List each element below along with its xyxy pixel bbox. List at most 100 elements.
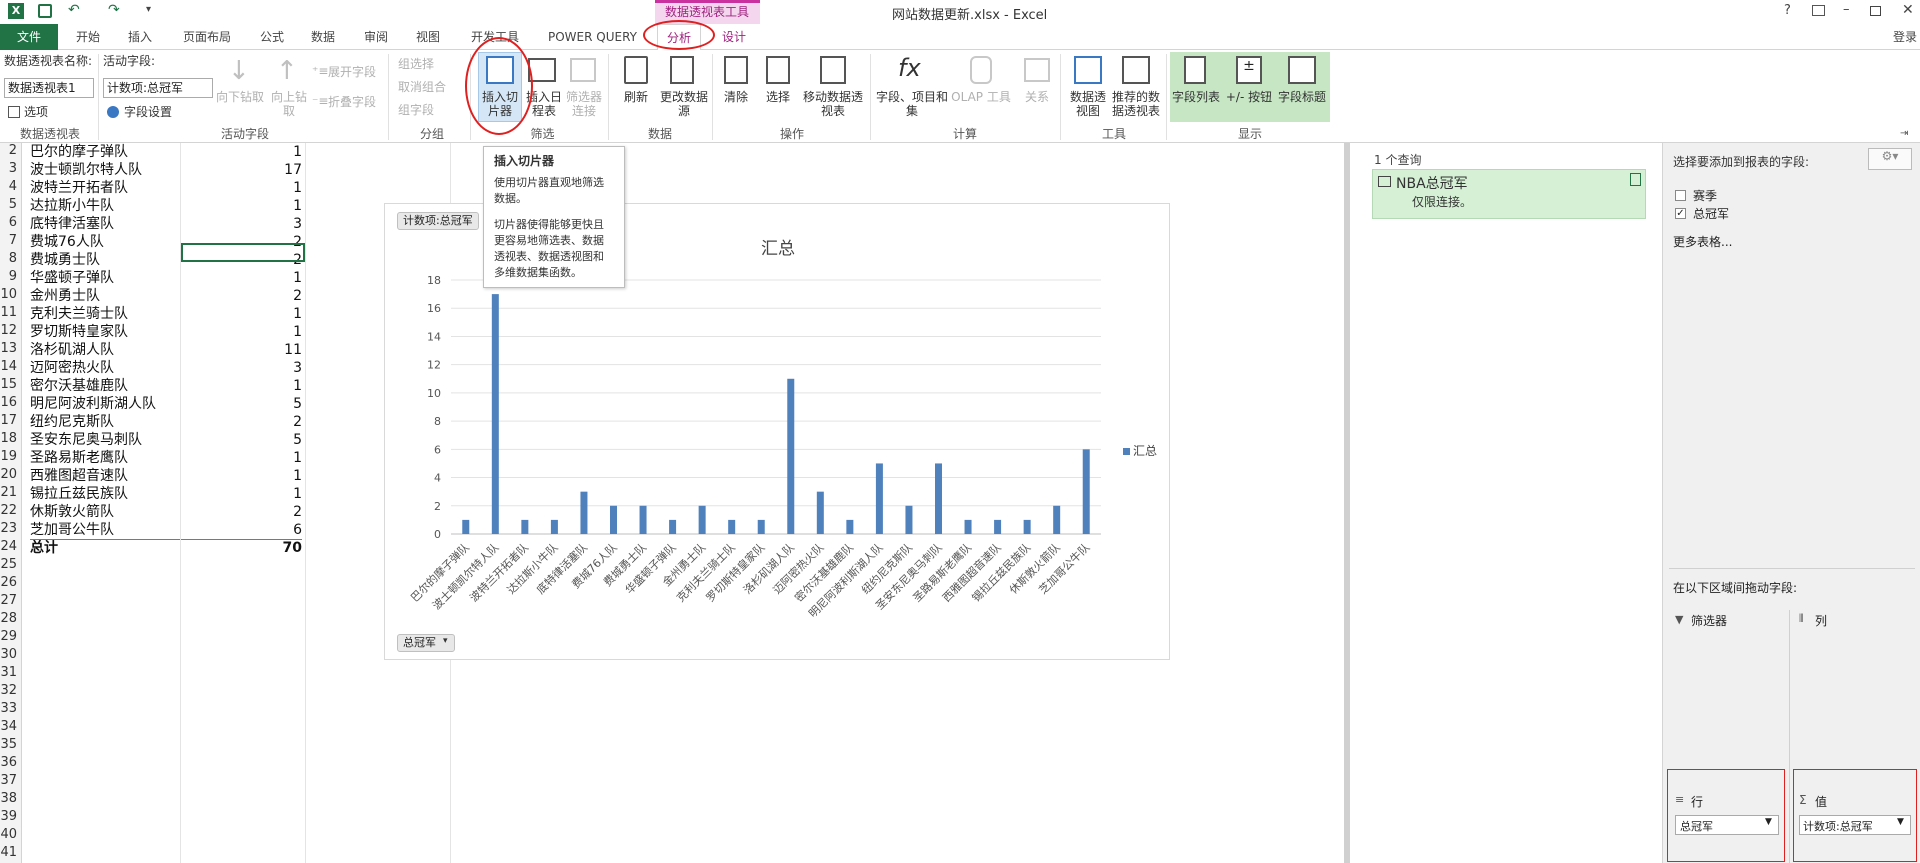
row-label-cell[interactable]: 波士顿凯尔特人队	[30, 161, 142, 179]
row-number[interactable]: 11	[0, 305, 22, 323]
count-cell[interactable]: 2	[160, 413, 302, 431]
row-number[interactable]: 8	[0, 251, 22, 269]
row-number[interactable]: 25	[0, 557, 22, 575]
tab-design[interactable]: 设计	[712, 24, 756, 50]
field-headers-button[interactable]: 字段标题	[1276, 90, 1328, 104]
row-number[interactable]: 4	[0, 179, 22, 197]
row-number[interactable]: 21	[0, 485, 22, 503]
count-cell[interactable]: 70	[160, 539, 302, 557]
row-label-cell[interactable]: 纽约尼克斯队	[30, 413, 114, 431]
count-cell[interactable]: 1	[160, 449, 302, 467]
expand-field-button[interactable]: 展开字段	[328, 65, 376, 79]
count-cell[interactable]: 1	[160, 143, 302, 161]
count-cell[interactable]: 2	[160, 503, 302, 521]
bar[interactable]	[1082, 449, 1090, 534]
row-number[interactable]: 32	[0, 683, 22, 701]
row-label-cell[interactable]: 波特兰开拓者队	[30, 179, 128, 197]
row-number[interactable]: 12	[0, 323, 22, 341]
recommended-pivot-button[interactable]: 推荐的数据透视表	[1108, 90, 1164, 118]
row-label-cell[interactable]: 西雅图超音速队	[30, 467, 128, 485]
count-cell[interactable]: 3	[160, 359, 302, 377]
drill-down-button[interactable]: 向下钻取	[216, 90, 264, 104]
row-label-cell[interactable]: 迈阿密热火队	[30, 359, 114, 377]
row-label-cell[interactable]: 华盛顿子弹队	[30, 269, 114, 287]
row-label-cell[interactable]: 费城勇士队	[30, 251, 100, 269]
bar[interactable]	[580, 491, 588, 534]
bar[interactable]	[728, 519, 736, 534]
checkbox-champion[interactable]: ✓	[1675, 208, 1686, 219]
ungroup-button[interactable]: 取消组合	[398, 80, 446, 94]
bar[interactable]	[846, 519, 854, 534]
axis-field-dropdown-icon[interactable]: ▾	[443, 636, 448, 646]
group-field-button[interactable]: 组字段	[398, 103, 434, 117]
active-field-input[interactable]: 计数项:总冠军	[103, 78, 213, 98]
count-cell[interactable]: 5	[160, 431, 302, 449]
row-label-cell[interactable]: 罗切斯特皇家队	[30, 323, 128, 341]
help-button[interactable]: ?	[1784, 3, 1791, 18]
group-selection-button[interactable]: 组选择	[398, 57, 434, 71]
relationships-button[interactable]: 关系	[1020, 90, 1054, 104]
row-number[interactable]: 31	[0, 665, 22, 683]
refresh-button[interactable]: 刷新	[620, 90, 652, 104]
row-number[interactable]: 13	[0, 341, 22, 359]
bar[interactable]	[816, 491, 824, 534]
refresh-query-icon[interactable]	[1630, 173, 1641, 186]
customize-qat-icon[interactable]: ▾	[146, 4, 151, 15]
tab-power-query[interactable]: POWER QUERY	[545, 24, 640, 50]
pin-ribbon-icon[interactable]: ⇥	[1900, 128, 1908, 139]
tab-view[interactable]: 视图	[410, 24, 446, 50]
row-dropdown-icon[interactable]: ▼	[1765, 817, 1772, 827]
drill-up-button[interactable]: 向上钻取	[268, 90, 310, 118]
row-number[interactable]: 17	[0, 413, 22, 431]
count-cell[interactable]: 5	[160, 395, 302, 413]
bar[interactable]	[610, 505, 617, 534]
row-number[interactable]: 3	[0, 161, 22, 179]
bar[interactable]	[935, 463, 942, 534]
row-number[interactable]: 24	[0, 539, 22, 557]
more-tables-link[interactable]: 更多表格...	[1673, 233, 1732, 250]
row-label-cell[interactable]: 密尔沃基雄鹿队	[30, 377, 128, 395]
row-number[interactable]: 35	[0, 737, 22, 755]
row-label-cell[interactable]: 圣安东尼奥马刺队	[30, 431, 142, 449]
row-number[interactable]: 26	[0, 575, 22, 593]
row-number[interactable]: 22	[0, 503, 22, 521]
count-cell[interactable]: 1	[160, 197, 302, 215]
bar[interactable]	[875, 463, 883, 534]
row-number[interactable]: 14	[0, 359, 22, 377]
count-cell[interactable]: 1	[160, 467, 302, 485]
bar[interactable]	[787, 378, 795, 534]
bar[interactable]	[757, 519, 765, 534]
count-cell[interactable]: 1	[160, 485, 302, 503]
tab-data[interactable]: 数据	[305, 24, 341, 50]
row-label-cell[interactable]: 费城76人队	[30, 233, 104, 251]
redo-icon[interactable]: ↷	[108, 2, 120, 18]
pivot-name-input[interactable]: 数据透视表1	[4, 78, 94, 98]
tab-file[interactable]: 文件	[0, 24, 58, 50]
restore-icon[interactable]	[1870, 6, 1881, 16]
row-label-cell[interactable]: 锡拉丘兹民族队	[30, 485, 128, 503]
row-label-cell[interactable]: 休斯敦火箭队	[30, 503, 114, 521]
count-cell[interactable]: 1	[160, 269, 302, 287]
count-cell[interactable]: 1	[160, 323, 302, 341]
row-number[interactable]: 29	[0, 629, 22, 647]
options-button[interactable]: 选项	[24, 105, 48, 119]
row-number[interactable]: 6	[0, 215, 22, 233]
field-settings-button[interactable]: 字段设置	[124, 105, 172, 119]
bar[interactable]	[639, 505, 647, 534]
selected-cell[interactable]	[181, 243, 305, 262]
tab-review[interactable]: 审阅	[358, 24, 394, 50]
count-cell[interactable]: 3	[160, 215, 302, 233]
minimize-icon[interactable]: –	[1843, 2, 1850, 17]
tab-insert[interactable]: 插入	[120, 24, 160, 50]
bar[interactable]	[1023, 519, 1031, 534]
undo-icon[interactable]: ↶	[68, 2, 80, 18]
ribbon-display-icon[interactable]	[1812, 5, 1825, 16]
row-number[interactable]: 40	[0, 827, 22, 845]
bar[interactable]	[994, 519, 1002, 534]
count-cell[interactable]: 1	[160, 305, 302, 323]
bar[interactable]	[491, 294, 499, 534]
bar[interactable]	[462, 519, 470, 534]
bar[interactable]	[521, 519, 529, 534]
count-cell[interactable]: 2	[160, 287, 302, 305]
move-pivot-button[interactable]: 移动数据透视表	[800, 90, 866, 118]
